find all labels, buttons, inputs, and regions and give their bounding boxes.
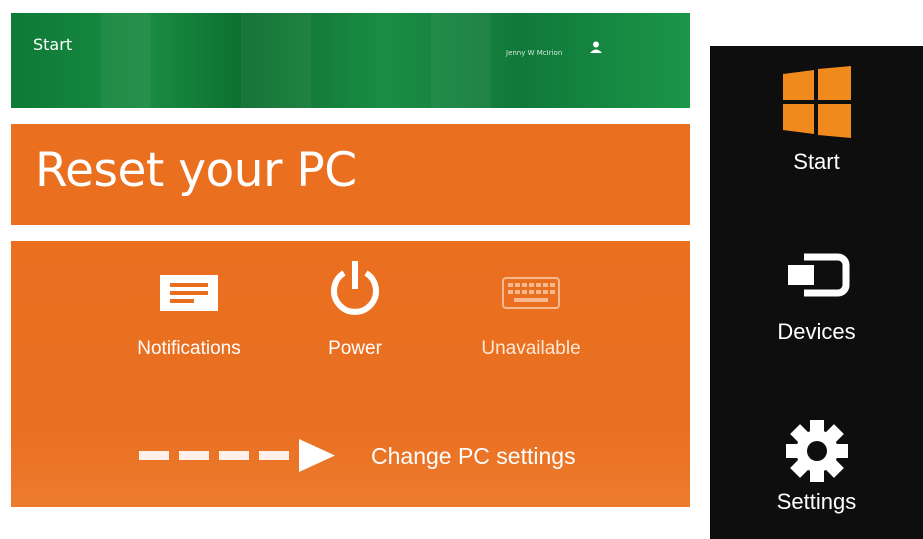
windows8-settings-screen: Start Jenny W McIrion Reset your PC Noti… bbox=[0, 0, 923, 539]
tile-stripe bbox=[101, 13, 151, 108]
windows-logo-icon bbox=[782, 66, 851, 138]
quick-setting-label: Power bbox=[328, 338, 382, 359]
notifications-icon bbox=[160, 275, 218, 311]
start-screen-strip[interactable]: Start Jenny W McIrion bbox=[11, 13, 690, 108]
change-pc-settings-label: Change PC settings bbox=[371, 443, 576, 469]
charm-start[interactable]: Start bbox=[710, 46, 923, 206]
charm-label: Devices bbox=[777, 319, 856, 344]
page-title: Reset your PC bbox=[35, 143, 357, 198]
quick-setting-label: Unavailable bbox=[481, 338, 581, 359]
power-icon bbox=[331, 261, 379, 315]
reset-pc-header: Reset your PC bbox=[11, 124, 690, 225]
quick-setting-keyboard: Unavailable bbox=[451, 255, 611, 359]
keyboard-icon bbox=[502, 277, 560, 309]
charm-label: Start bbox=[793, 149, 840, 174]
charm-settings[interactable]: Settings bbox=[710, 386, 923, 539]
quick-setting-power[interactable]: Power bbox=[275, 255, 435, 359]
user-name[interactable]: Jenny W McIrion bbox=[506, 49, 562, 57]
charm-devices[interactable]: Devices bbox=[710, 216, 923, 376]
quick-setting-label: Notifications bbox=[137, 338, 241, 359]
change-pc-settings-link[interactable]: Change PC settings bbox=[139, 433, 659, 479]
person-icon[interactable] bbox=[589, 40, 603, 54]
quick-setting-notifications[interactable]: Notifications bbox=[109, 255, 269, 359]
charm-label: Settings bbox=[776, 489, 857, 514]
charms-bar: Start Devices Settings bbox=[710, 46, 923, 539]
tile-stripe bbox=[241, 13, 311, 108]
dashed-arrow-icon bbox=[139, 439, 335, 472]
tile-stripe bbox=[431, 13, 491, 108]
start-label: Start bbox=[33, 35, 73, 54]
gear-icon bbox=[785, 420, 848, 482]
settings-panel: Notifications Power Unavailable Change P… bbox=[11, 241, 690, 507]
devices-icon bbox=[787, 253, 849, 297]
